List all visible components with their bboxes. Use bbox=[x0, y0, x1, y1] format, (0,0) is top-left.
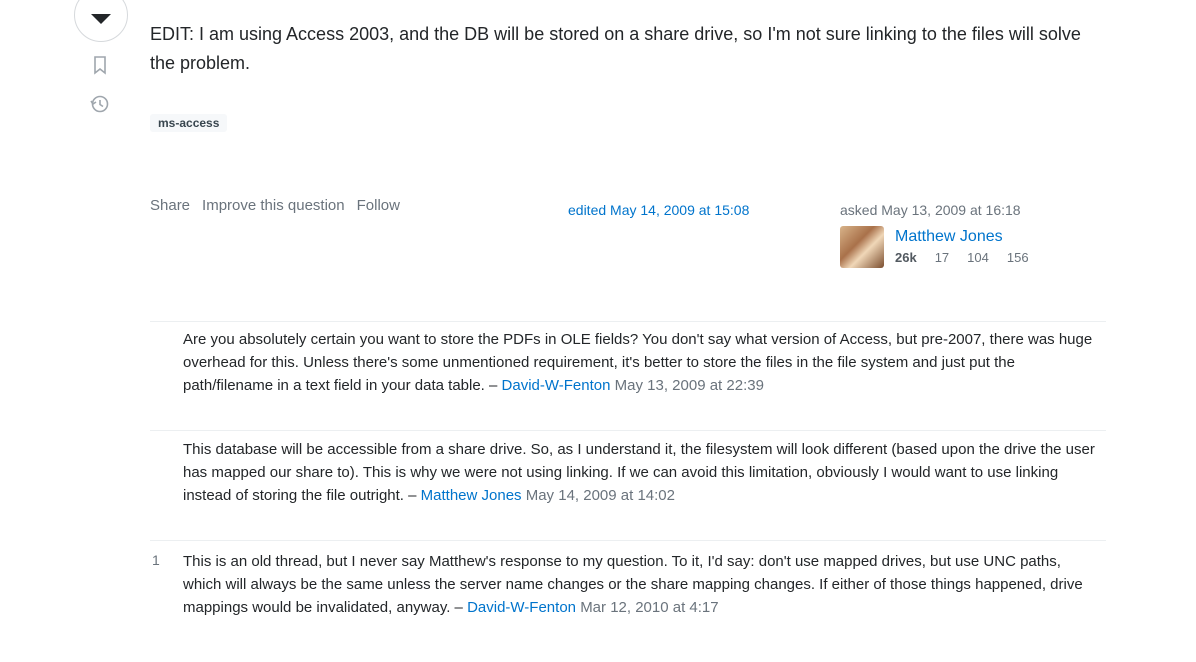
comment-body: This database will be accessible from a … bbox=[183, 438, 1098, 507]
comment-item: Are you absolutely certain you want to s… bbox=[150, 324, 1106, 431]
follow-link[interactable]: Follow bbox=[357, 197, 400, 214]
user-stats: 26k 17 104 156 bbox=[895, 250, 1029, 265]
improve-question-link[interactable]: Improve this question bbox=[202, 197, 345, 214]
comment-date-link[interactable]: Mar 12, 2010 at 4:17 bbox=[580, 599, 718, 616]
question-body-text: EDIT: I am using Access 2003, and the DB… bbox=[150, 24, 1081, 73]
comment-item: 1 This is an old thread, but I never say… bbox=[150, 542, 1106, 662]
comment-date-link[interactable]: May 13, 2009 at 22:39 bbox=[615, 377, 764, 394]
bronze-badge-count: 156 bbox=[1006, 250, 1029, 265]
gold-badge-count: 17 bbox=[934, 250, 950, 265]
comment-score: 1 bbox=[152, 552, 160, 568]
bookmark-icon[interactable] bbox=[89, 54, 111, 76]
downvote-button[interactable] bbox=[74, 0, 128, 42]
silver-badge-count: 104 bbox=[967, 250, 989, 265]
comment-body: This is an old thread, but I never say M… bbox=[183, 550, 1098, 619]
reputation-score: 26k bbox=[895, 250, 917, 265]
comment-author-link[interactable]: Matthew Jones bbox=[421, 487, 522, 504]
history-icon[interactable] bbox=[89, 93, 111, 115]
comments-divider bbox=[150, 321, 1106, 322]
comment-item: This database will be accessible from a … bbox=[150, 432, 1106, 541]
comment-date-link[interactable]: May 14, 2009 at 14:02 bbox=[526, 487, 675, 504]
tag-ms-access[interactable]: ms-access bbox=[150, 114, 228, 132]
post-menu: Share Improve this question Follow bbox=[150, 197, 400, 214]
user-avatar[interactable] bbox=[840, 226, 884, 268]
user-name-link[interactable]: Matthew Jones bbox=[895, 228, 1003, 246]
edited-timestamp-link[interactable]: edited May 14, 2009 at 15:08 bbox=[568, 202, 749, 218]
comment-author-link[interactable]: David-W-Fenton bbox=[467, 599, 576, 616]
comment-author-link[interactable]: David-W-Fenton bbox=[502, 377, 611, 394]
share-link[interactable]: Share bbox=[150, 197, 190, 214]
comment-body: Are you absolutely certain you want to s… bbox=[183, 328, 1098, 397]
asked-timestamp: asked May 13, 2009 at 16:18 bbox=[840, 202, 1021, 218]
arrow-down-icon bbox=[91, 14, 111, 24]
